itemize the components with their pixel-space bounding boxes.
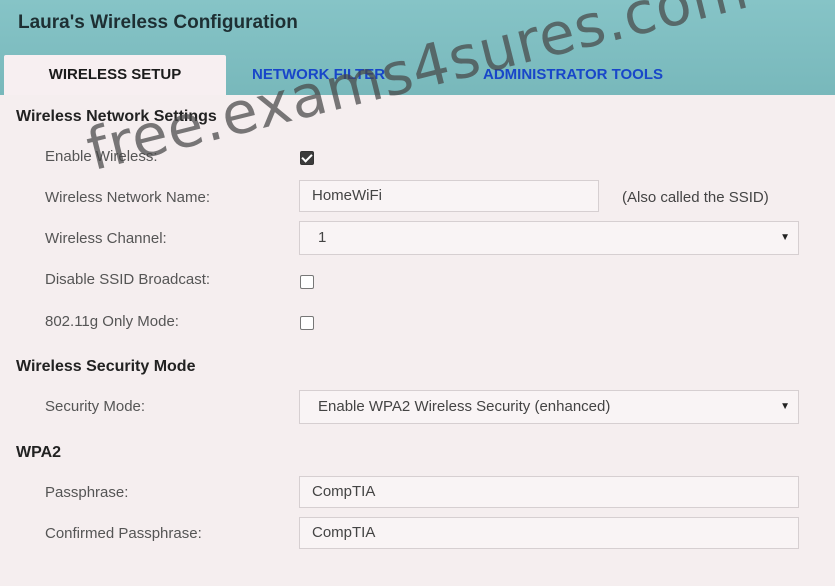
g-only-mode-label: 802.11g Only Mode: xyxy=(45,313,179,330)
tab-wireless-setup[interactable]: WIRELESS SETUP xyxy=(4,55,226,95)
wpa2-title: WPA2 xyxy=(16,444,62,461)
enable-wireless-label: Enable Wireless: xyxy=(45,148,158,165)
wireless-channel-value: 1 xyxy=(318,229,327,246)
tab-administrator-tools[interactable]: ADMINISTRATOR TOOLS xyxy=(483,55,663,95)
security-mode-select[interactable]: Enable WPA2 Wireless Security (enhanced)… xyxy=(299,390,799,424)
security-mode-value: Enable WPA2 Wireless Security (enhanced) xyxy=(318,398,611,415)
enable-wireless-checkbox[interactable] xyxy=(300,151,314,165)
g-only-mode-checkbox[interactable] xyxy=(300,316,314,330)
network-name-input[interactable]: HomeWiFi xyxy=(299,180,599,212)
security-mode-title: Wireless Security Mode xyxy=(16,358,196,375)
wireless-channel-select[interactable]: 1 ▼ xyxy=(299,221,799,255)
dropdown-arrow-icon: ▼ xyxy=(780,232,790,243)
wireless-settings-title: Wireless Network Settings xyxy=(16,108,217,125)
disable-ssid-label: Disable SSID Broadcast: xyxy=(45,271,211,288)
ssid-hint: (Also called the SSID) xyxy=(622,189,769,206)
passphrase-input[interactable]: CompTIA xyxy=(299,476,799,508)
disable-ssid-checkbox[interactable] xyxy=(300,275,314,289)
tab-network-filter[interactable]: NETWORK FILTER xyxy=(252,55,385,95)
passphrase-label: Passphrase: xyxy=(45,484,129,501)
network-name-label: Wireless Network Name: xyxy=(45,189,211,206)
header-bar: Laura's Wireless Configuration WIRELESS … xyxy=(0,0,835,95)
security-mode-label: Security Mode: xyxy=(45,398,146,415)
confirm-passphrase-label: Confirmed Passphrase: xyxy=(45,525,202,542)
wireless-channel-label: Wireless Channel: xyxy=(45,230,167,247)
confirm-passphrase-input[interactable]: CompTIA xyxy=(299,517,799,549)
dropdown-arrow-icon: ▼ xyxy=(780,401,790,412)
app-title: Laura's Wireless Configuration xyxy=(18,12,298,33)
